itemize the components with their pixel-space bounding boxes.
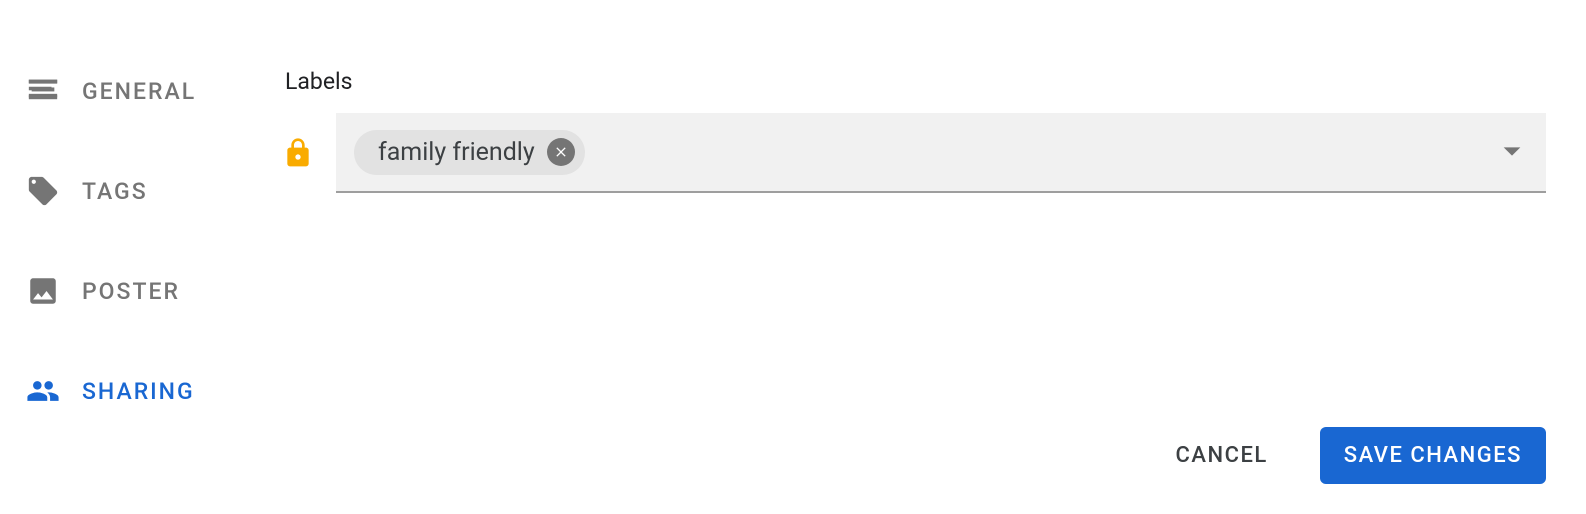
chip-text: family friendly — [378, 138, 535, 167]
sidebar-item-tags[interactable]: Tags — [26, 160, 260, 222]
sidebar-item-general[interactable]: General — [26, 60, 260, 122]
close-icon — [553, 144, 569, 160]
label-chip: family friendly — [354, 130, 585, 175]
labels-input[interactable]: family friendly — [336, 113, 1546, 193]
sidebar-item-poster[interactable]: Poster — [26, 260, 260, 322]
labels-field-label: Labels — [285, 68, 1546, 95]
sidebar: General Tags Poster Sharing — [0, 0, 260, 514]
lock-icon — [280, 135, 316, 171]
image-icon — [26, 274, 60, 308]
sidebar-item-sharing[interactable]: Sharing — [26, 360, 260, 422]
sidebar-item-label: Tags — [82, 178, 148, 205]
people-icon — [26, 374, 60, 408]
sidebar-item-label: Poster — [82, 278, 180, 305]
sidebar-item-label: Sharing — [82, 378, 195, 405]
chip-remove-button[interactable] — [547, 138, 575, 166]
footer-actions: Cancel Save Changes — [1152, 427, 1546, 484]
chevron-down-icon — [1502, 146, 1522, 158]
tags-icon — [26, 174, 60, 208]
cancel-button[interactable]: Cancel — [1152, 427, 1292, 484]
sidebar-item-label: General — [82, 78, 196, 105]
dropdown-toggle[interactable] — [1502, 143, 1522, 162]
save-button[interactable]: Save Changes — [1320, 427, 1546, 484]
list-icon — [26, 74, 60, 108]
labels-field-row: family friendly — [280, 113, 1546, 193]
